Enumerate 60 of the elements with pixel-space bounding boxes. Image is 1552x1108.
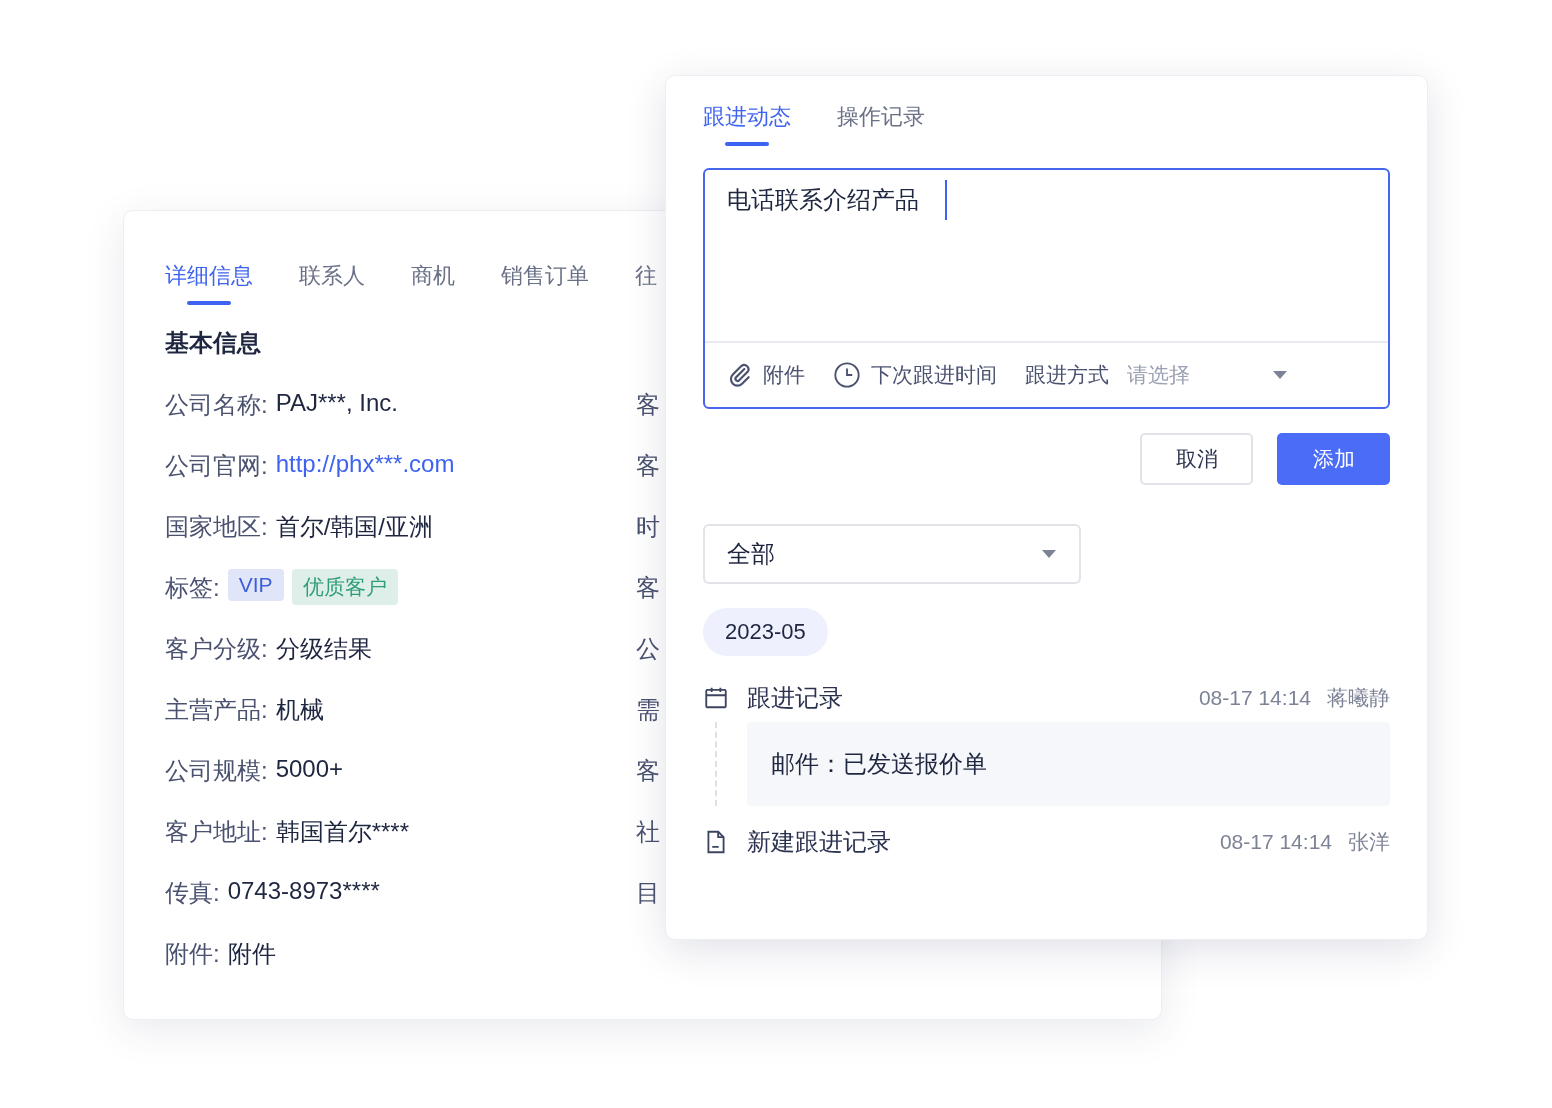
field-value: 附件	[227, 939, 276, 969]
field-value: 分级结果	[275, 634, 372, 664]
field-label: 客	[636, 756, 660, 786]
paperclip-icon	[727, 362, 753, 388]
field-label: 社	[636, 817, 660, 847]
field-value: 韩国首尔****	[275, 817, 410, 847]
field-label: 公司规模:	[165, 756, 268, 786]
field-value: 首尔/韩国/亚洲	[275, 512, 433, 542]
tag: 优质客户	[291, 569, 398, 605]
field-label: 目	[636, 878, 660, 908]
field-label: 需	[636, 695, 660, 725]
tab[interactable]: 跟进动态	[703, 102, 791, 146]
calendar-icon	[703, 685, 729, 711]
field-label: 客户分级:	[165, 634, 268, 664]
tab[interactable]: 详细信息	[165, 261, 253, 305]
tab[interactable]: 商机	[411, 261, 455, 305]
field-value: 0743-8973****	[227, 877, 380, 905]
month-badge: 2023-05	[703, 608, 828, 656]
field-label: 传真:	[165, 878, 220, 908]
caret-icon	[1272, 370, 1288, 380]
caret-icon	[1041, 549, 1057, 559]
field-label: 时	[636, 512, 660, 542]
tab[interactable]: 往	[635, 261, 657, 305]
filter-select[interactable]: 全部	[703, 524, 1081, 584]
section-title: 基本信息	[165, 328, 262, 358]
record-title: 跟进记录	[747, 683, 844, 713]
field-label: 公司官网:	[165, 451, 268, 481]
field-label: 公	[636, 634, 660, 664]
field-label: 客	[636, 573, 660, 603]
record-title: 新建跟进记录	[747, 827, 892, 857]
text-cursor	[945, 180, 947, 220]
field-value: 5000+	[275, 755, 344, 783]
next-time-button[interactable]: 下次跟进时间	[833, 361, 997, 389]
tab[interactable]: 联系人	[299, 261, 365, 305]
tab[interactable]: 操作记录	[837, 102, 925, 146]
attachment-button[interactable]: 附件	[727, 361, 805, 389]
cancel-button[interactable]: 取消	[1140, 433, 1253, 485]
record-user: 张洋	[1348, 829, 1390, 855]
record-time: 08-17 14:14	[1198, 686, 1311, 710]
note-input[interactable]: 电话联系介绍产品	[705, 170, 1388, 341]
field-value: 机械	[275, 695, 324, 725]
field-label: 主营产品:	[165, 695, 268, 725]
tag: VIP	[227, 569, 284, 601]
clock-icon	[833, 361, 861, 389]
field-label: 国家地区:	[165, 512, 268, 542]
field-label: 客户地址:	[165, 817, 268, 847]
record-user: 蒋曦静	[1327, 685, 1390, 711]
record-content: 邮件：已发送报价单	[747, 722, 1390, 806]
record-time: 08-17 14:14	[1219, 830, 1332, 854]
field-label: 公司名称:	[165, 390, 268, 420]
method-label: 跟进方式	[1025, 362, 1109, 388]
method-select[interactable]: 请选择	[1127, 361, 1288, 389]
field-label: 标签:	[165, 573, 220, 603]
tab[interactable]: 销售订单	[501, 261, 589, 305]
field-label: 客	[636, 451, 660, 481]
website-link[interactable]: http://phx***.com	[275, 450, 455, 478]
add-button[interactable]: 添加	[1277, 433, 1390, 485]
field-label: 客	[636, 390, 660, 420]
field-value: PAJ***, Inc.	[275, 389, 398, 417]
field-label: 附件:	[165, 939, 220, 969]
